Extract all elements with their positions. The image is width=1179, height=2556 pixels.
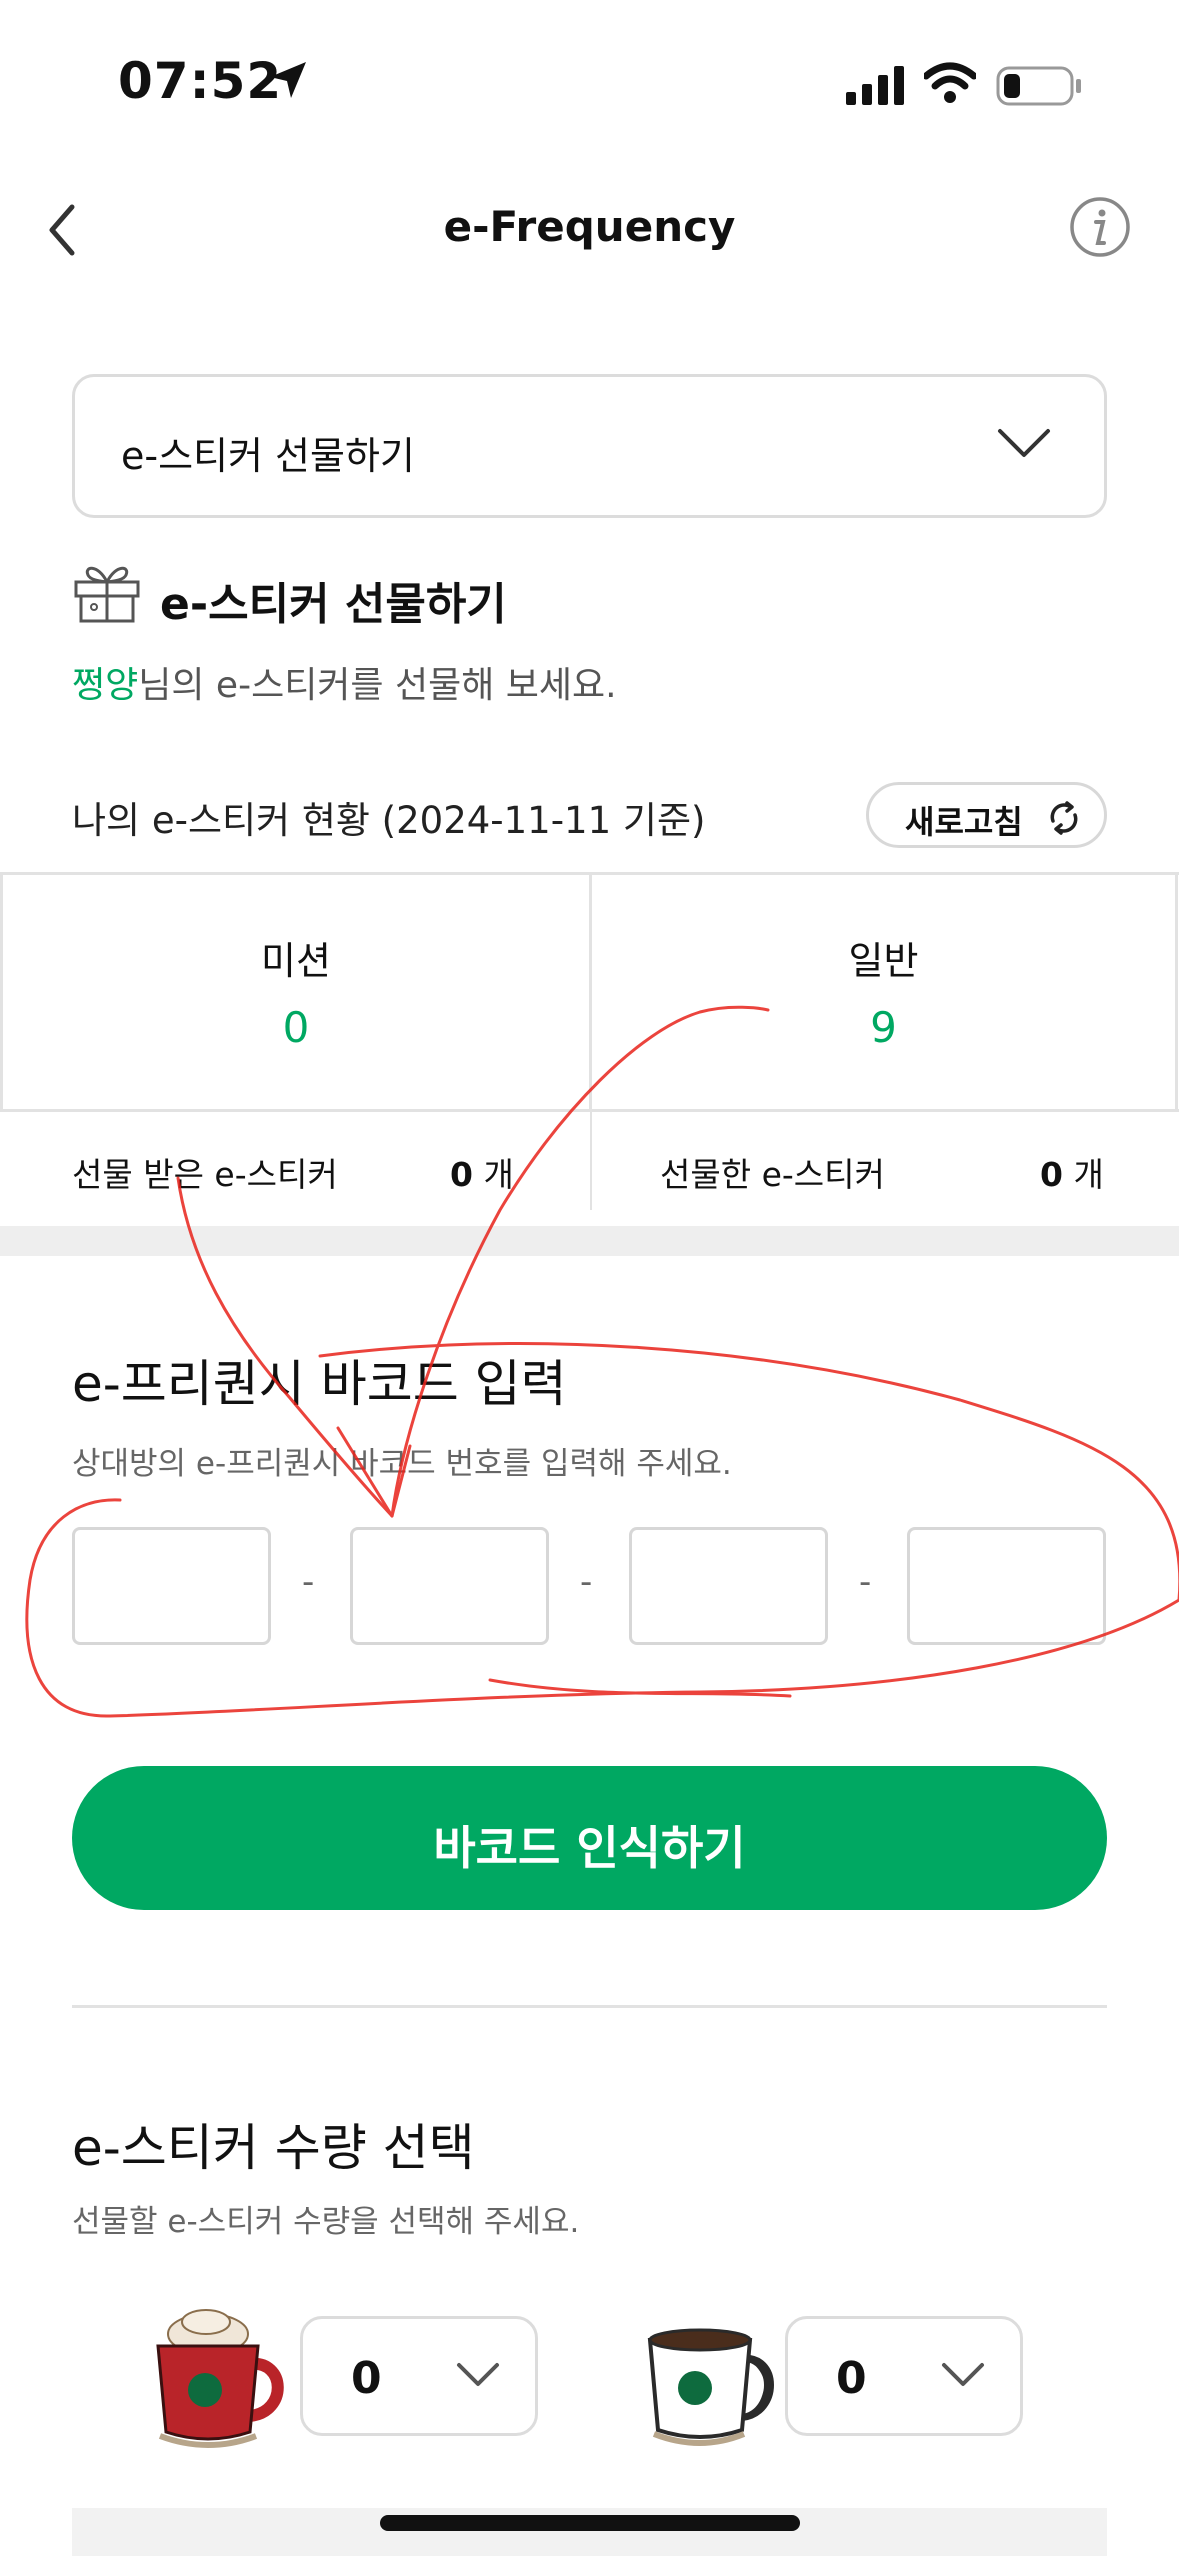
- barcode-separator: -: [302, 1562, 315, 1602]
- nav-bar: e-Frequency: [0, 170, 1179, 290]
- quantity-section-title: e-스티커 수량 선택: [72, 2119, 475, 2177]
- barcode-field-4[interactable]: [907, 1527, 1106, 1645]
- barcode-separator: -: [580, 1562, 593, 1602]
- gift-section-description: 쩡양님의 e-스티커를 선물해 보세요.: [72, 656, 617, 708]
- sent-stickers-count: 0 개: [1040, 1148, 1104, 1196]
- gift-description-text: 님의 e-스티커를 선물해 보세요.: [138, 665, 617, 706]
- chevron-down-icon: [940, 2357, 986, 2395]
- gift-counts-row: 선물 받은 e-스티커 0 개 선물한 e-스티커 0 개: [0, 1112, 1179, 1212]
- count-label: 미션: [261, 939, 331, 983]
- quantity-select-red-mug[interactable]: 0: [300, 2316, 538, 2436]
- quantity-select-white-mug[interactable]: 0: [785, 2316, 1023, 2436]
- count-unit: 개: [1073, 1155, 1104, 1194]
- page-title: e-Frequency: [443, 202, 736, 251]
- quantity-value: 0: [836, 2353, 867, 2404]
- signal-icon: [846, 66, 906, 110]
- status-time: 07:52: [118, 52, 283, 110]
- barcode-section-title: e-프리퀀시 바코드 입력: [72, 1355, 567, 1413]
- chevron-down-icon: [455, 2357, 501, 2395]
- count-value: 9: [870, 1003, 897, 1052]
- quantity-section-description: 선물할 e-스티커 수량을 선택해 주세요.: [72, 2204, 580, 2240]
- location-arrow-icon: [268, 60, 308, 104]
- count-value: 0: [282, 1003, 310, 1052]
- sticker-counts: 미션 0 일반 9: [0, 872, 1179, 1112]
- scan-barcode-button[interactable]: 바코드 인식하기: [72, 1766, 1107, 1910]
- count-unit: 개: [483, 1155, 514, 1194]
- wifi-icon: [922, 62, 978, 108]
- count-number: 0: [450, 1155, 473, 1194]
- gift-icon: [72, 560, 142, 628]
- sticker-status-label: 나의 e-스티커 현황 (2024-11-11 기준): [72, 799, 706, 842]
- barcode-section-description: 상대방의 e-프리퀀시 바코드 번호를 입력해 주세요.: [72, 1446, 732, 1482]
- refresh-label: 새로고침: [905, 803, 1023, 841]
- mode-dropdown[interactable]: e-스티커 선물하기: [72, 374, 1107, 518]
- gift-section-title: e-스티커 선물하기: [160, 579, 507, 630]
- chevron-down-icon: [996, 423, 1052, 467]
- barcode-separator: -: [859, 1562, 872, 1602]
- scan-barcode-label: 바코드 인식하기: [433, 1821, 746, 1875]
- dropdown-selected-value: e-스티커 선물하기: [121, 434, 415, 478]
- barcode-field-2[interactable]: [350, 1527, 549, 1645]
- quantity-value: 0: [351, 2353, 382, 2404]
- received-stickers-label: 선물 받은 e-스티커: [72, 1155, 338, 1194]
- white-mug-icon: [640, 2320, 780, 2464]
- received-stickers-count: 0 개: [450, 1148, 514, 1196]
- count-cell-mission: 미션 0: [0, 875, 589, 1109]
- count-cell-general: 일반 9: [589, 875, 1178, 1109]
- sent-stickers-label: 선물한 e-스티커: [660, 1155, 885, 1194]
- divider: [72, 2005, 1107, 2008]
- red-mug-icon: [150, 2304, 290, 2458]
- annotation-oval-inner: [488, 1678, 792, 1698]
- refresh-button[interactable]: 새로고침: [866, 782, 1107, 848]
- divider: [590, 1112, 592, 1210]
- refresh-icon: [1045, 799, 1083, 841]
- count-number: 0: [1040, 1155, 1063, 1194]
- count-label: 일반: [848, 939, 919, 983]
- battery-icon: [996, 64, 1082, 112]
- user-name: 쩡양: [72, 665, 139, 706]
- barcode-field-1[interactable]: [72, 1527, 271, 1645]
- status-bar: 07:52: [0, 0, 1179, 150]
- info-icon[interactable]: [1068, 195, 1132, 259]
- barcode-field-3[interactable]: [629, 1527, 828, 1645]
- home-indicator[interactable]: [380, 2515, 800, 2531]
- section-divider: [0, 1226, 1179, 1256]
